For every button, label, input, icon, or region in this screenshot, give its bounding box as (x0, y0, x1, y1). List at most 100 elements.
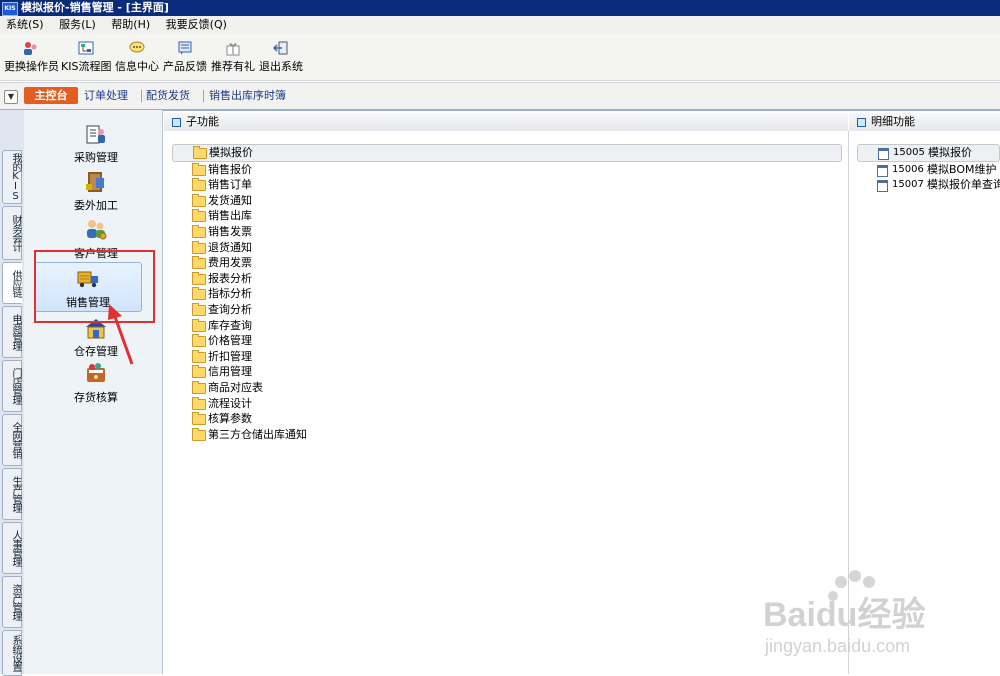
document-icon (877, 180, 888, 193)
exit-system-button[interactable]: 退出系统 (259, 38, 303, 78)
sub-function-item[interactable]: 商品对应表 (172, 380, 842, 396)
module-purchase[interactable]: 采购管理 (46, 122, 146, 165)
customer-icon (87, 220, 107, 240)
module-label: 存货核算 (74, 391, 118, 404)
sub-function-label: 折扣管理 (208, 349, 252, 363)
folder-icon (192, 318, 206, 332)
sub-function-label: 核算参数 (208, 412, 252, 426)
folder-icon (193, 146, 207, 159)
sub-function-item[interactable]: 报表分析 (172, 271, 842, 287)
sub-function-label: 指标分析 (208, 287, 252, 301)
sub-function-label: 退货通知 (208, 240, 252, 254)
message-icon (129, 41, 145, 53)
sub-function-item[interactable]: 退货通知 (172, 240, 842, 256)
change-operator-button[interactable]: 更换操作员 (4, 38, 59, 78)
menu-service[interactable]: 服务(L) (53, 16, 102, 34)
sub-function-label: 模拟报价 (209, 146, 253, 159)
sub-function-list: 模拟报价销售报价 销售订单 发货通知 销售出库 销售发票 退货通知 费用发票 报表分析 指标分析… (172, 144, 842, 442)
kis-logo-icon: KIS (2, 2, 18, 16)
vtab-hr[interactable]: 人事管理 (2, 522, 22, 574)
vtab-my-kis[interactable]: 我的KIS (2, 150, 22, 204)
info-center-button[interactable]: 信息中心 (115, 38, 159, 78)
module-outsource[interactable]: 委外加工 (46, 170, 146, 213)
vtab-store[interactable]: 门店管理 (2, 360, 22, 412)
sub-function-label: 第三方仓储出库通知 (208, 427, 307, 441)
toolbar-label: 推荐有礼 (211, 60, 255, 73)
sub-function-item[interactable]: 销售发票 (172, 224, 842, 240)
folder-icon (192, 287, 206, 301)
document-icon (878, 148, 889, 160)
vtab-supply-chain[interactable]: 供应链 (2, 262, 22, 304)
outsource-icon (86, 172, 104, 192)
folder-icon (192, 178, 206, 192)
sub-function-label: 销售出库 (208, 209, 252, 223)
sub-function-label: 价格管理 (208, 334, 252, 348)
sub-function-item[interactable]: 销售报价 (172, 162, 842, 178)
sub-panel-header: 子功能 (164, 113, 848, 132)
tab-order-processing[interactable]: 订单处理 (84, 88, 128, 104)
product-feedback-button[interactable]: 产品反馈 (163, 38, 207, 78)
vertical-tab-bar: 我的KIS 财务会计 供应链 电商管理 门店管理 全网营销 生产管理 人事管理 … (0, 110, 24, 676)
detail-function-item[interactable]: 15006 模拟BOM维护 (857, 162, 1000, 178)
folder-icon (192, 334, 206, 348)
recommend-gift-button[interactable]: 推荐有礼 (211, 38, 255, 78)
sub-function-item[interactable]: 销售订单 (172, 177, 842, 193)
sub-function-item[interactable]: 查询分析 (172, 302, 842, 318)
gift-icon (226, 43, 240, 56)
sub-function-item[interactable]: 信用管理 (172, 364, 842, 380)
folder-icon (192, 271, 206, 285)
vtab-finance[interactable]: 财务会计 (2, 206, 22, 260)
sub-function-item[interactable]: 模拟报价 (172, 144, 842, 162)
vtab-marketing[interactable]: 全网营销 (2, 414, 22, 466)
detail-code: 15006 (892, 163, 924, 175)
tab-divider (141, 90, 142, 102)
tab-main-console[interactable]: 主控台 (24, 87, 78, 104)
toolbar-label: KIS流程图 (61, 60, 112, 73)
sub-function-item[interactable]: 库存查询 (172, 318, 842, 334)
sub-function-item[interactable]: 指标分析 (172, 286, 842, 302)
kis-flowchart-button[interactable]: KIS流程图 (61, 38, 111, 78)
vtab-production[interactable]: 生产管理 (2, 468, 22, 520)
sub-function-item[interactable]: 流程设计 (172, 396, 842, 412)
chevron-down-icon[interactable]: ▼ (4, 90, 18, 104)
tab-delivery[interactable]: 配货发货 (146, 88, 190, 104)
panel-bullet-icon (172, 117, 181, 127)
sub-function-item[interactable]: 销售出库 (172, 208, 842, 224)
vtab-settings[interactable]: 系统设置 (2, 630, 22, 676)
detail-panel-header: 明细功能 (849, 113, 1000, 132)
detail-name: 模拟报价 (928, 146, 972, 159)
menu-help[interactable]: 帮助(H) (105, 16, 156, 34)
folder-icon (192, 396, 206, 410)
folder-icon (192, 162, 206, 176)
toolbar: 更换操作员 KIS流程图 信息中心 产品反馈 推荐有礼 退出系统 (0, 34, 1000, 81)
sub-function-item[interactable]: 费用发票 (172, 255, 842, 271)
module-label: 采购管理 (74, 151, 118, 164)
tab-sales-outbound-journal[interactable]: 销售出库序时簿 (209, 88, 286, 104)
module-panel: 采购管理 委外加工 客户管理 销售管理 仓存管理 存货核算 (24, 110, 163, 674)
purchase-icon (86, 125, 105, 144)
folder-icon (192, 240, 206, 254)
baidu-watermark: Baidu经验 jingyan.baidu.com (763, 570, 925, 656)
exit-icon (273, 41, 288, 55)
toolbar-label: 退出系统 (259, 60, 303, 73)
detail-function-item[interactable]: 15005 模拟报价 (857, 144, 1000, 162)
vtab-ecommerce[interactable]: 电商管理 (2, 306, 22, 358)
sub-function-item[interactable]: 价格管理 (172, 333, 842, 349)
document-icon (877, 164, 888, 177)
panel-bullet-icon (857, 117, 866, 127)
sub-function-item[interactable]: 核算参数 (172, 411, 842, 427)
sub-function-item[interactable]: 折扣管理 (172, 349, 842, 365)
menu-feedback[interactable]: 我要反馈(Q) (160, 16, 233, 34)
menu-system[interactable]: 系统(S) (0, 16, 50, 34)
vtab-assets[interactable]: 资产管理 (2, 576, 22, 628)
sub-function-item[interactable]: 第三方仓储出库通知 (172, 427, 842, 443)
detail-function-item[interactable]: 15007 模拟报价单查询 (857, 177, 1000, 193)
sub-function-item[interactable]: 发货通知 (172, 193, 842, 209)
feedback-icon (178, 41, 192, 55)
toolbar-label: 更换操作员 (4, 60, 59, 73)
folder-icon (192, 209, 206, 223)
folder-icon (192, 224, 206, 238)
sub-function-label: 销售订单 (208, 178, 252, 192)
toolbar-label: 信息中心 (115, 60, 159, 73)
sub-function-label: 流程设计 (208, 396, 252, 410)
